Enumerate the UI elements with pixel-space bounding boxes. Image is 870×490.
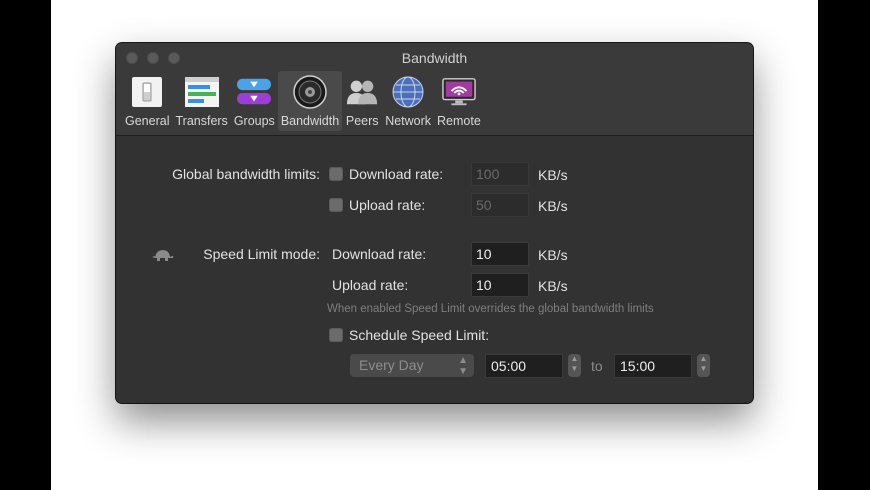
turtle-icon [152,248,174,264]
remote-icon [442,75,476,109]
global-download-unit: KB/s [538,167,568,183]
tab-bandwidth-label: Bandwidth [280,114,340,128]
groups-icon [237,75,272,109]
tab-general[interactable]: General [122,71,172,131]
schedule-from-field[interactable]: 05:00 [485,354,563,378]
schedule-to-label: to [591,358,603,374]
tab-bandwidth[interactable]: Bandwidth [277,71,343,131]
schedule-to-stepper[interactable]: ▲ ▼ [697,354,710,377]
tab-transfers[interactable]: Transfers [172,71,230,131]
switch-icon [130,75,164,109]
tab-transfers-label: Transfers [175,114,228,128]
preferences-toolbar: General Transfers Groups Bandwidth Peers… [122,71,484,131]
titlebar: Bandwidth General Transfers Groups Bandw… [116,43,753,136]
updown-chevron-icon: ▲ ▼ [458,355,468,377]
schedule-day-value: Every Day [359,357,424,373]
preferences-window: Bandwidth General Transfers Groups Bandw… [116,43,753,403]
schedule-to-field[interactable]: 15:00 [614,354,692,378]
tab-remote-label: Remote [437,114,481,128]
speed-limit-note: When enabled Speed Limit overrides the g… [327,303,654,315]
global-upload-checkbox[interactable] [329,198,343,212]
speed-upload-field[interactable]: 10 [471,273,529,297]
speed-download-field[interactable]: 10 [471,242,529,266]
transfers-icon [184,75,219,109]
schedule-day-select[interactable]: Every Day ▲ ▼ [350,354,474,377]
speaker-icon [293,75,327,109]
tab-general-label: General [125,114,170,128]
global-download-checkbox[interactable] [329,167,343,181]
global-upload-label: Upload rate: [349,197,426,213]
speed-download-label: Download rate: [332,246,427,262]
speed-upload-label: Upload rate: [332,277,409,293]
speed-download-unit: KB/s [538,247,568,263]
global-limits-label: Global bandwidth limits: [172,166,320,182]
global-upload-unit: KB/s [538,198,568,214]
global-upload-field[interactable]: 50 [471,193,529,217]
window-title: Bandwidth [401,50,468,66]
peers-icon [345,75,379,109]
tab-groups[interactable]: Groups [231,71,278,131]
global-download-field[interactable]: 100 [471,162,529,186]
tab-remote[interactable]: Remote [434,71,484,131]
tab-peers[interactable]: Peers [342,71,382,131]
tab-groups-label: Groups [233,114,275,128]
speed-upload-unit: KB/s [538,278,568,294]
global-download-label: Download rate: [349,166,444,182]
tab-network[interactable]: Network [382,71,434,131]
schedule-from-stepper[interactable]: ▲ ▼ [568,354,581,377]
schedule-checkbox[interactable] [329,328,343,342]
globe-icon [391,75,425,109]
speed-limit-label: Speed Limit mode: [203,246,320,262]
tab-peers-label: Peers [345,114,379,128]
schedule-label: Schedule Speed Limit: [349,327,490,343]
tab-network-label: Network [385,114,432,128]
